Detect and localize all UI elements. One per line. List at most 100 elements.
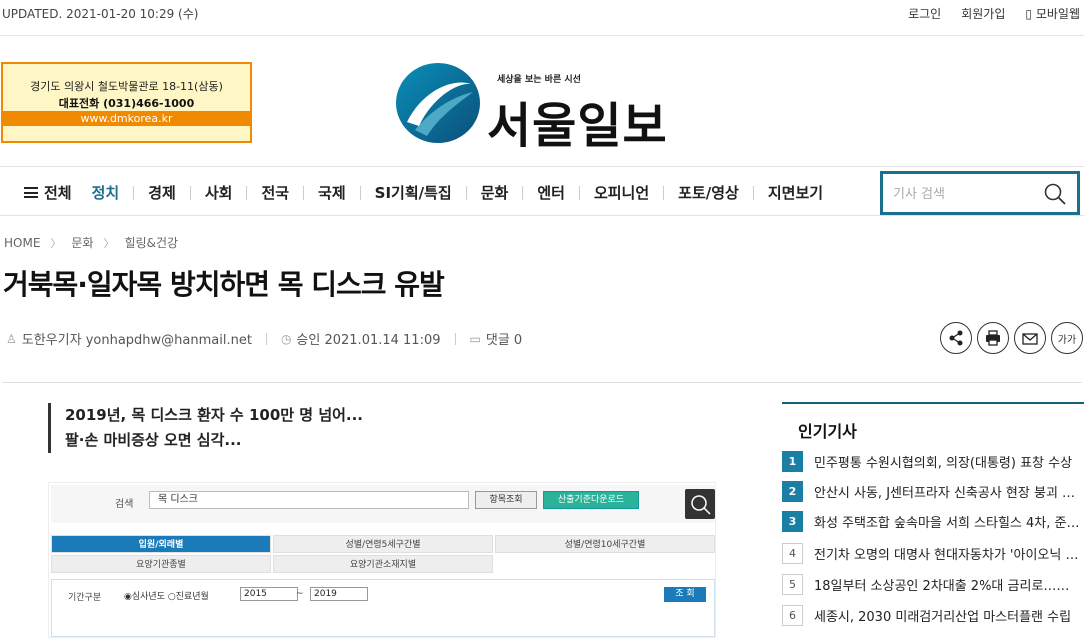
email-icon: [1022, 333, 1038, 345]
image-tab: 입원/외래별: [51, 535, 271, 553]
article-subheadline: 2019년, 목 디스크 환자 수 100만 명 넘어... 팔·손 마비증상 …: [48, 403, 363, 453]
article-tools: 가가: [940, 322, 1083, 354]
email-button[interactable]: [1014, 322, 1046, 354]
article-title: 거북목·일자목 방치하면 목 디스크 유발: [3, 268, 445, 301]
breadcrumb-home[interactable]: HOME: [4, 236, 40, 250]
nav-divider: [752, 185, 754, 200]
image-year-to: 2019: [310, 587, 368, 601]
share-icon: [949, 330, 963, 346]
list-item[interactable]: 1 민주평통 수원시협의회, 의장(대통령) 표창 수상: [782, 447, 1084, 475]
share-button[interactable]: [940, 322, 972, 354]
list-item[interactable]: 2 안산시 사동, J센터프라자 신축공사 현장 붕괴 …: [782, 477, 1084, 505]
clock-icon: ◷: [280, 331, 292, 346]
search-icon[interactable]: [1043, 182, 1067, 206]
nav-item-opinion[interactable]: 오피니언: [594, 182, 649, 203]
ad-address: 경기도 의왕시 철도박물관로 18-11(삼동): [30, 80, 223, 93]
logo-tagline: 세상을 보는 바른 시선: [497, 75, 581, 85]
site-logo[interactable]: 세상을 보는 바른 시선 서울일보: [393, 58, 693, 154]
article-meta: ♙ 도한우기자 yonhapdhw@hanmail.net ◷ 승인 2021.…: [6, 329, 522, 349]
breadcrumb-culture[interactable]: 문화: [71, 234, 93, 251]
nav-item-society[interactable]: 사회: [205, 182, 233, 203]
meta-divider: [265, 332, 267, 345]
search-input[interactable]: [893, 184, 1033, 204]
zoom-icon: [685, 489, 715, 519]
print-icon: [986, 330, 1000, 346]
nav-divider: [133, 185, 135, 200]
article-approved: 승인 2021.01.14 11:09: [296, 333, 441, 348]
image-tab: 요양기관종별: [51, 555, 271, 573]
image-tab: 성별/연령5세구간별: [273, 535, 493, 553]
print-button[interactable]: [977, 322, 1009, 354]
nav-all-button[interactable]: 전체: [24, 182, 72, 203]
list-item[interactable]: 6 세종시, 2030 미래검거리산업 마스터플랜 수립: [782, 601, 1084, 629]
nav-divider: [246, 185, 248, 200]
ad-phone: 대표전화 (031)466-1000: [58, 97, 195, 110]
nav-divider: [578, 185, 580, 200]
image-search-bar: 검색 목 디스크 항목조회 산출기준다운로드: [51, 485, 715, 523]
nav-item-photo-video[interactable]: 포토/영상: [678, 182, 739, 203]
image-lookup-button: 항목조회: [475, 491, 537, 509]
logo-globe-icon: [396, 63, 480, 143]
rank-badge: 2: [782, 480, 803, 502]
popular-item-title: 18일부터 소상공인 2차대출 2%대 금리로…최…: [814, 578, 1080, 594]
nav-divider: [663, 185, 665, 200]
nav-item-national[interactable]: 전국: [261, 182, 289, 203]
chevron-right-icon: 〉: [50, 236, 62, 250]
image-tab: 성별/연령10세구간별: [495, 535, 715, 553]
nav-divider: [303, 185, 305, 200]
popular-item-title: 세종시, 2030 미래검거리산업 마스터플랜 수립: [814, 609, 1072, 625]
image-download-button: 산출기준다운로드: [543, 491, 639, 509]
signup-link[interactable]: 회원가입: [961, 5, 1005, 22]
content-divider: [2, 382, 1082, 383]
nav-item-politics[interactable]: 정치: [92, 182, 120, 203]
breadcrumb: HOME 〉 문화 〉 힐링&건강: [4, 234, 178, 251]
mobile-link[interactable]: ▯ 모바일웹: [1025, 5, 1080, 22]
nav-divider: [465, 185, 467, 200]
main-nav: 전체 정치 경제 사회 전국 국제 SI기획/특집 문화 엔터 오피니언 포토/…: [0, 166, 1084, 216]
article-image: 검색 목 디스크 항목조회 산출기준다운로드 입원/외래별 성별/연령5세구간별…: [48, 482, 716, 638]
search-box: [880, 171, 1080, 215]
ad-url: www.dmkorea.kr: [3, 111, 250, 126]
subhead-line: 2019년, 목 디스크 환자 수 100만 명 넘어...: [65, 406, 364, 424]
nav-divider: [522, 185, 524, 200]
list-item[interactable]: 4 전기차 오명의 대명사 현대자동차가 '아이오닉 5…: [782, 539, 1084, 567]
nav-items: 전체 정치 경제 사회 전국 국제 SI기획/특집 문화 엔터 오피니언 포토/…: [24, 182, 823, 203]
nav-item-economy[interactable]: 경제: [148, 182, 176, 203]
updated-timestamp: UPDATED. 2021-01-20 10:29 (수): [2, 7, 199, 21]
nav-item-culture[interactable]: 문화: [481, 182, 509, 203]
mobile-icon: ▯: [1025, 7, 1032, 21]
image-search-label: 검색: [115, 499, 134, 510]
top-bar: UPDATED. 2021-01-20 10:29 (수) 로그인 회원가입 ▯…: [0, 0, 1084, 30]
nav-item-entertainment[interactable]: 엔터: [537, 182, 565, 203]
rank-badge: 3: [782, 510, 803, 532]
article-comments[interactable]: 댓글 0: [486, 329, 522, 348]
rank-badge: 5: [782, 573, 803, 595]
list-item[interactable]: 5 18일부터 소상공인 2차대출 2%대 금리로…최…: [782, 570, 1084, 598]
popular-item-title: 전기차 오명의 대명사 현대자동차가 '아이오닉 5…: [814, 547, 1080, 563]
popular-articles: 인기기사 1 민주평통 수원시협의회, 의장(대통령) 표창 수상 2 안산시 …: [782, 402, 1084, 638]
top-links: 로그인 회원가입 ▯ 모바일웹: [908, 5, 1080, 22]
popular-item-title: 화성 주택조합 숲속마을 서희 스타힐스 4차, 준…: [814, 515, 1080, 531]
popular-item-title: 안산시 사동, J센터프라자 신축공사 현장 붕괴 …: [814, 485, 1076, 501]
nav-item-international[interactable]: 국제: [318, 182, 346, 203]
list-item[interactable]: 3 화성 주택조합 숲속마을 서희 스타힐스 4차, 준…: [782, 507, 1084, 535]
nav-item-special[interactable]: SI기획/특집: [375, 182, 452, 203]
logo-name: 서울일보: [487, 98, 668, 154]
login-link[interactable]: 로그인: [908, 5, 941, 22]
font-size-button[interactable]: 가가: [1051, 322, 1083, 354]
image-search-field: 목 디스크: [149, 491, 469, 509]
rank-badge: 4: [782, 542, 803, 564]
nav-item-print[interactable]: 지면보기: [768, 182, 823, 203]
breadcrumb-healing[interactable]: 힐링&건강: [125, 234, 179, 251]
nav-divider: [189, 185, 191, 200]
meta-divider: [454, 332, 456, 345]
image-filter-panel: 기간구분 ◉심사년도 ○진료년월 2015 ~ 2019 조 회: [51, 579, 715, 637]
image-go-button: 조 회: [664, 587, 706, 602]
image-year-from: 2015: [240, 587, 298, 601]
image-tab: 요양기관소재지별: [273, 555, 493, 573]
article-author[interactable]: 도한우기자 yonhapdhw@hanmail.net: [22, 329, 252, 348]
comment-icon: ▭: [469, 331, 481, 346]
subhead-line: 팔·손 마비증상 오면 심각...: [65, 431, 242, 449]
image-radio-group: ◉심사년도 ○진료년월: [124, 592, 209, 602]
ad-banner[interactable]: 경기도 의왕시 철도박물관로 18-11(삼동) 대표전화 (031)466-1…: [1, 62, 252, 143]
